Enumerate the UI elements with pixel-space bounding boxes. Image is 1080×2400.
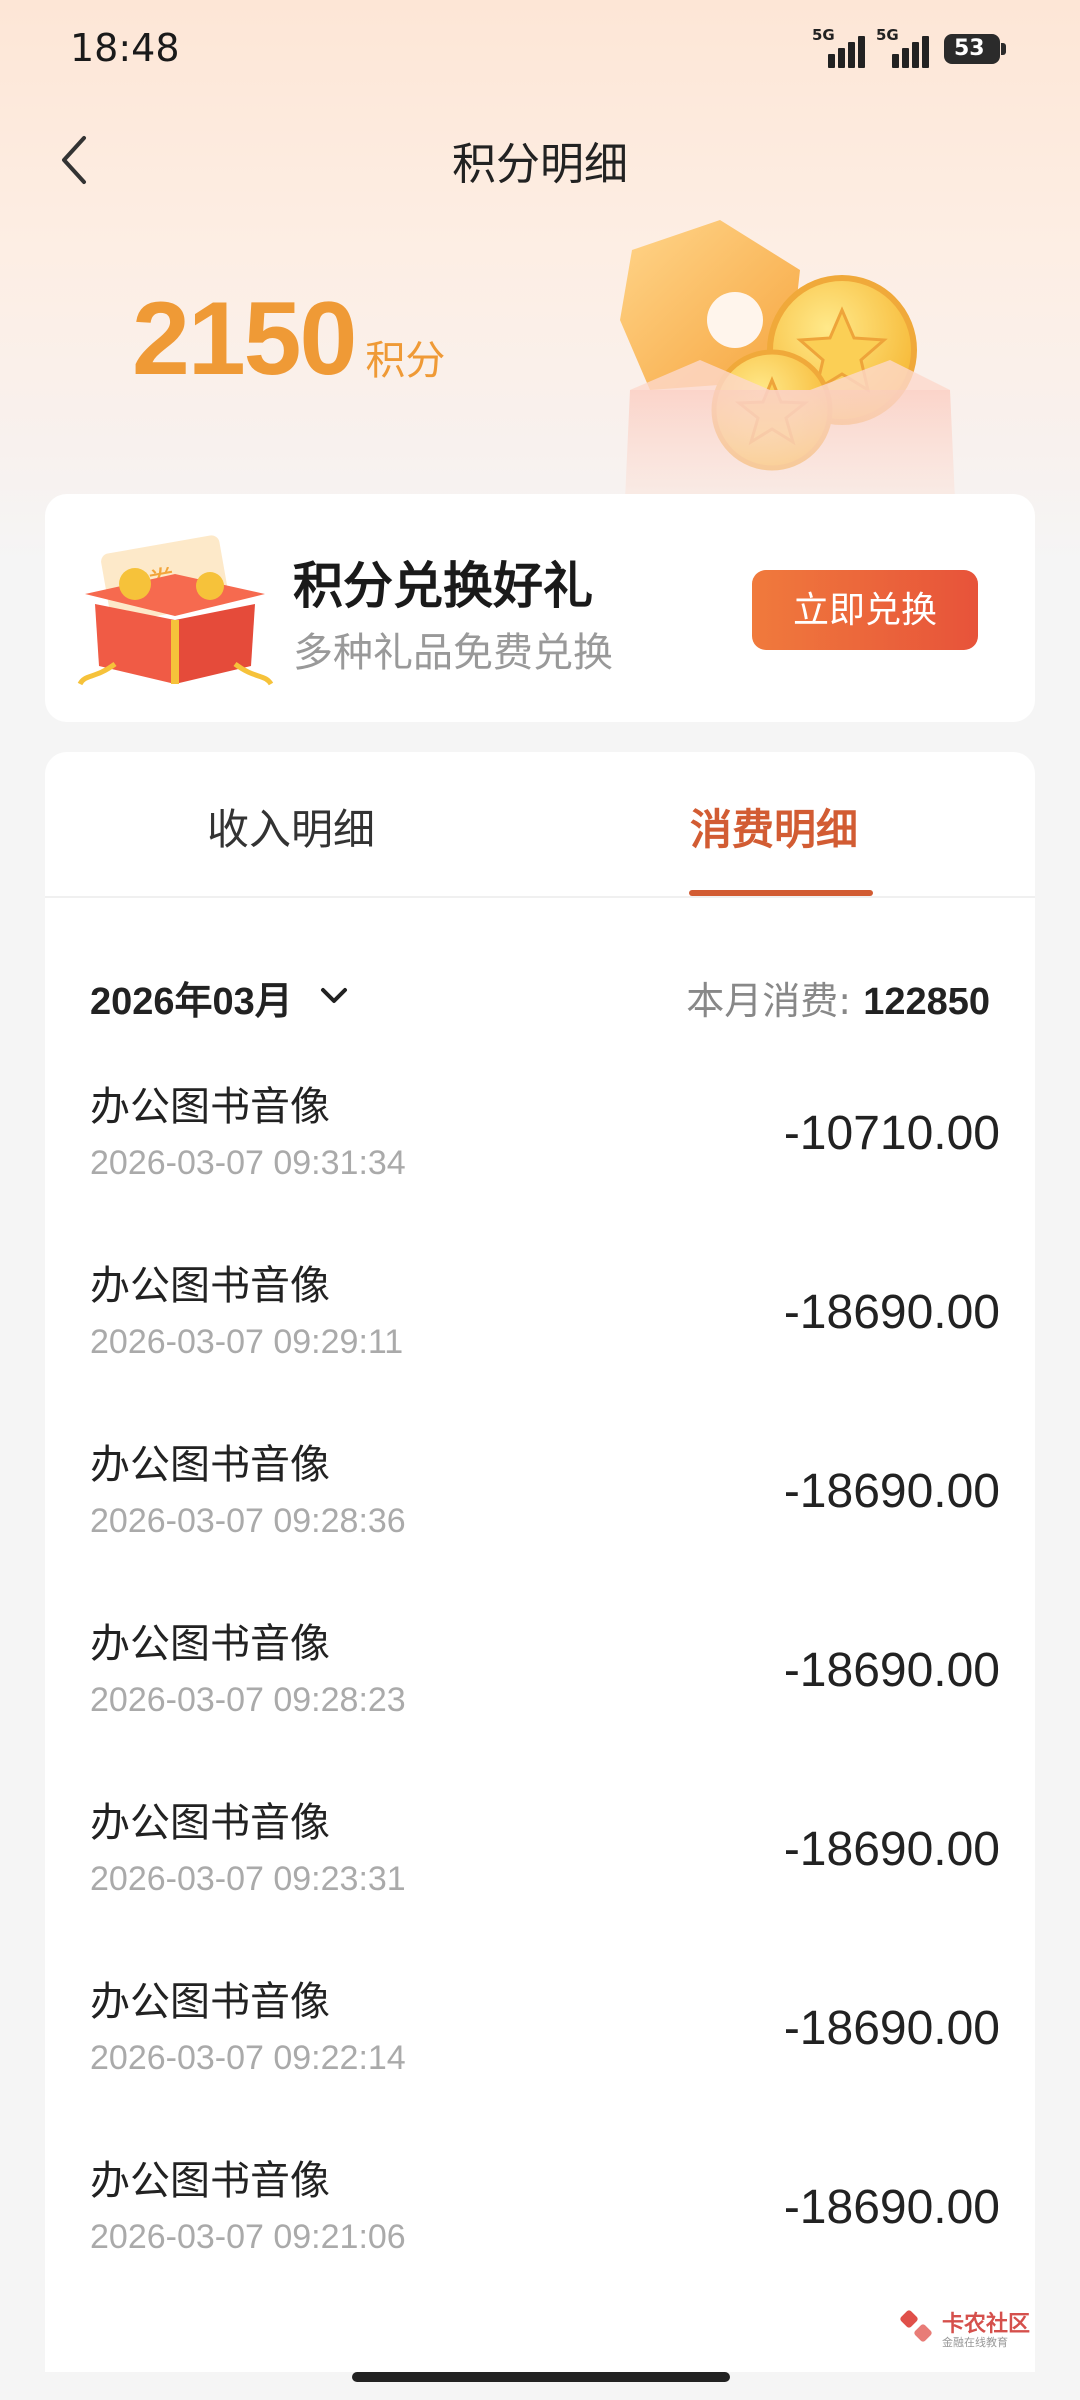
record-name: 办公图书音像 [90, 1084, 330, 1130]
status-time: 18:48 [70, 26, 180, 70]
status-bar: 18:48 5G 5G 53 [0, 0, 1080, 100]
record-time: 2026-03-07 09:28:23 [90, 1681, 406, 1719]
points-detail-list: 收入明细 消费明细 2026年03月 本月消费: 122850 办公图书音像 2… [45, 752, 1035, 2372]
record-time: 2026-03-07 09:22:14 [90, 2039, 406, 2077]
record-amount: -18690.00 [783, 1644, 1000, 1697]
signal-icon: 5G [812, 26, 866, 68]
expense-records: 办公图书音像 2026-03-07 09:31:34 -10710.00 办公图… [90, 1074, 1000, 2327]
record-name: 办公图书音像 [90, 2158, 330, 2204]
watermark-subtitle: 金融在线教育 [942, 2336, 1008, 2349]
list-item: 办公图书音像 2026-03-07 09:31:34 -10710.00 [90, 1074, 1000, 1253]
watermark-logo: 卡农社区 金融在线教育 [898, 2308, 1030, 2352]
record-time: 2026-03-07 09:23:31 [90, 1860, 406, 1898]
month-filter-row: 2026年03月 本月消费: 122850 [90, 970, 990, 1030]
list-item: 办公图书音像 2026-03-07 09:28:36 -18690.00 [90, 1432, 1000, 1611]
points-value: 2150 [132, 281, 357, 397]
record-name: 办公图书音像 [90, 1621, 330, 1667]
tab-expense-detail[interactable]: 消费明细 [690, 796, 858, 857]
record-amount: -18690.00 [783, 2181, 1000, 2234]
redeem-banner: 券 积分兑换好礼 多种礼品免费兑换 立即兑换 [45, 494, 1035, 722]
tab-bar: 收入明细 消费明细 [45, 752, 1035, 898]
points-unit: 积分 [365, 338, 446, 384]
home-indicator[interactable] [352, 2372, 730, 2382]
record-name: 办公图书音像 [90, 1263, 330, 1309]
kanong-logo-icon [900, 2310, 932, 2342]
record-name: 办公图书音像 [90, 1800, 330, 1846]
record-time: 2026-03-07 09:21:06 [90, 2218, 406, 2256]
month-selector[interactable]: 2026年03月 [90, 970, 293, 1025]
redeem-now-button[interactable]: 立即兑换 [752, 570, 978, 650]
monthly-expense-label: 本月消费: [686, 979, 852, 1023]
coin-box-illustration [620, 220, 955, 500]
signal-icon-2: 5G [876, 26, 930, 68]
points-balance: 2150 积分 [132, 280, 445, 399]
list-item: 办公图书音像 2026-03-07 09:21:06 -18690.00 [90, 2148, 1000, 2327]
record-amount: -18690.00 [783, 1465, 1000, 1518]
list-item: 办公图书音像 2026-03-07 09:22:14 -18690.00 [90, 1969, 1000, 2148]
list-item: 办公图书音像 2026-03-07 09:23:31 -18690.00 [90, 1790, 1000, 1969]
record-name: 办公图书音像 [90, 1442, 330, 1488]
promo-subtitle: 多种礼品免费兑换 [293, 630, 613, 676]
promo-title: 积分兑换好礼 [293, 557, 593, 615]
tab-income-detail[interactable]: 收入明细 [207, 796, 375, 857]
page-title: 积分明细 [452, 139, 628, 190]
list-item: 办公图书音像 2026-03-07 09:28:23 -18690.00 [90, 1611, 1000, 1790]
record-amount: -18690.00 [783, 1823, 1000, 1876]
record-time: 2026-03-07 09:31:34 [90, 1144, 406, 1182]
record-time: 2026-03-07 09:29:11 [90, 1323, 404, 1361]
record-name: 办公图书音像 [90, 1979, 330, 2025]
battery-icon: 53 [944, 34, 1006, 64]
record-amount: -18690.00 [783, 1286, 1000, 1339]
monthly-expense-value: 122850 [863, 981, 990, 1023]
chevron-down-icon[interactable] [318, 984, 350, 1008]
record-amount: -10710.00 [783, 1107, 1000, 1160]
list-item: 办公图书音像 2026-03-07 09:29:11 -18690.00 [90, 1253, 1000, 1432]
record-amount: -18690.00 [783, 2002, 1000, 2055]
monthly-expense-total: 本月消费: 122850 [686, 970, 990, 1025]
active-tab-indicator [689, 890, 873, 896]
record-time: 2026-03-07 09:28:36 [90, 1502, 406, 1540]
gift-box-icon: 券 [77, 535, 274, 686]
